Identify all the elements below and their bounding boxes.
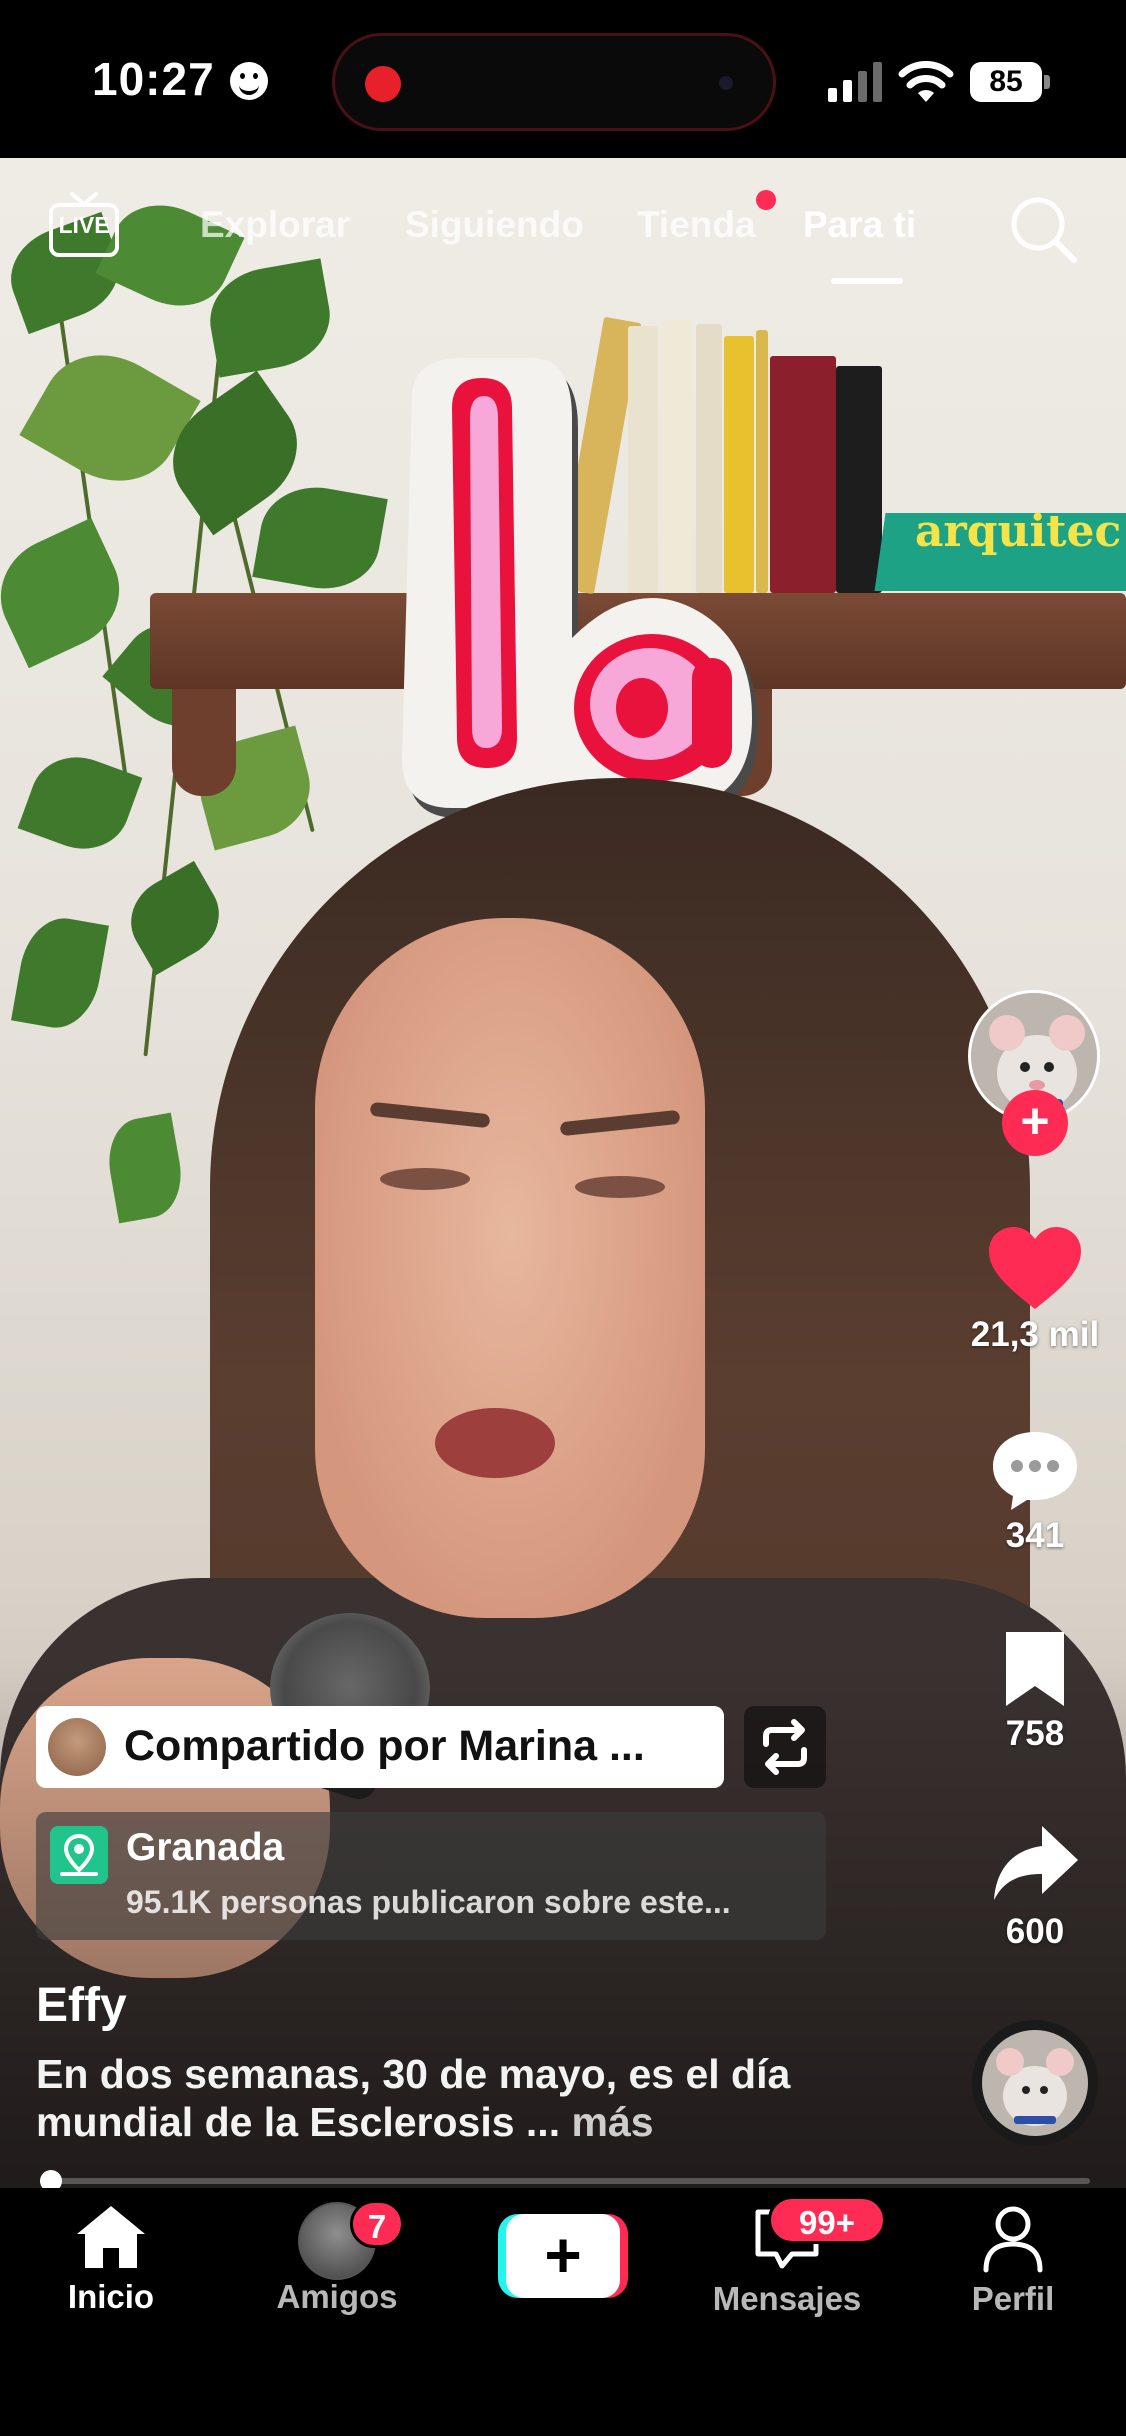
comment-icon xyxy=(993,1432,1077,1510)
battery-level: 85 xyxy=(970,62,1042,102)
repost-button[interactable] xyxy=(744,1706,826,1788)
home-icon xyxy=(77,2206,145,2268)
wifi-icon xyxy=(898,61,954,102)
caption-text: En dos semanas, 30 de mayo, es el día mu… xyxy=(36,2051,791,2145)
create-button[interactable]: + xyxy=(498,2214,628,2298)
messages-badge: 99+ xyxy=(768,2196,886,2244)
status-time: 10:27 xyxy=(92,53,215,105)
tienda-notification-dot xyxy=(756,190,776,210)
location-pin-icon xyxy=(50,1826,108,1884)
tab-para-ti[interactable]: Para ti xyxy=(803,204,916,246)
book-title: arquitec xyxy=(915,506,1122,557)
dynamic-island xyxy=(332,33,776,131)
tab-siguiendo[interactable]: Siguiendo xyxy=(405,204,584,246)
bookmark-icon xyxy=(1006,1632,1064,1706)
search-icon[interactable] xyxy=(1008,194,1078,264)
post-caption[interactable]: En dos semanas, 30 de mayo, es el día mu… xyxy=(36,2050,896,2146)
repost-icon xyxy=(763,1719,807,1775)
tab-amigos-label: Amigos xyxy=(276,2278,398,2315)
friends-badge: 7 xyxy=(350,2200,404,2248)
person-mouth xyxy=(435,1408,555,1478)
tab-inicio-label: Inicio xyxy=(67,2278,155,2315)
share-button[interactable]: 600 xyxy=(950,1822,1120,1952)
music-disc[interactable] xyxy=(972,2020,1098,2146)
live-label: LIVE xyxy=(58,212,110,238)
creator-avatar-group: + xyxy=(966,990,1106,1160)
comment-count: 341 xyxy=(1005,1516,1065,1555)
tab-inicio[interactable]: Inicio xyxy=(16,2202,206,2316)
status-bar: 10:27 85 xyxy=(0,0,1126,158)
tab-tienda[interactable]: Tienda xyxy=(637,204,756,246)
tab-mensajes-label: Mensajes xyxy=(712,2280,862,2317)
location-title: Granada xyxy=(126,1826,285,1869)
cellular-signal-icon xyxy=(828,62,882,102)
like-count: 21,3 mil xyxy=(970,1315,1100,1354)
share-arrow-icon xyxy=(994,1826,1078,1900)
battery-icon: 85 xyxy=(970,62,1050,102)
tab-perfil-label: Perfil xyxy=(971,2280,1055,2317)
recording-indicator-icon xyxy=(365,66,401,102)
heart-icon xyxy=(989,1227,1081,1309)
follow-button[interactable]: + xyxy=(1002,1090,1068,1156)
top-navigation: LIVE Explorar Siguiendo Tienda Para ti xyxy=(0,190,1126,300)
sound-avatar-icon xyxy=(982,2030,1088,2136)
location-card[interactable]: Granada 95.1K personas publicaron sobre … xyxy=(36,1812,826,1940)
tab-explorar[interactable]: Explorar xyxy=(200,204,350,246)
shared-by-text: Compartido por Marina ... xyxy=(124,1722,645,1770)
like-button[interactable]: 21,3 mil xyxy=(950,1225,1120,1355)
creator-username[interactable]: Effy xyxy=(36,1978,127,2033)
save-count: 758 xyxy=(1005,1714,1065,1753)
profile-icon xyxy=(983,2206,1043,2273)
person-face xyxy=(315,918,705,1618)
live-button[interactable]: LIVE xyxy=(48,190,120,260)
video-progress-bar[interactable] xyxy=(40,2178,1090,2184)
share-count: 600 xyxy=(1005,1912,1065,1951)
tab-perfil[interactable]: Perfil xyxy=(918,2202,1108,2318)
save-button[interactable]: 758 xyxy=(950,1628,1120,1754)
plus-icon: + xyxy=(506,2214,620,2298)
camera-icon xyxy=(719,76,733,90)
active-tab-underline xyxy=(831,278,903,284)
more-link[interactable]: más xyxy=(572,2099,654,2145)
sharer-avatar xyxy=(48,1718,106,1776)
location-subtitle: 95.1K personas publicaron sobre este... xyxy=(126,1884,731,1920)
shared-by-pill[interactable]: Compartido por Marina ... xyxy=(36,1706,724,1788)
smiley-icon xyxy=(230,62,268,100)
bottom-navigation: Inicio Amigos 7 + Mensajes 99+ Perfil xyxy=(0,2188,1126,2436)
comment-button[interactable]: 341 xyxy=(950,1428,1120,1556)
